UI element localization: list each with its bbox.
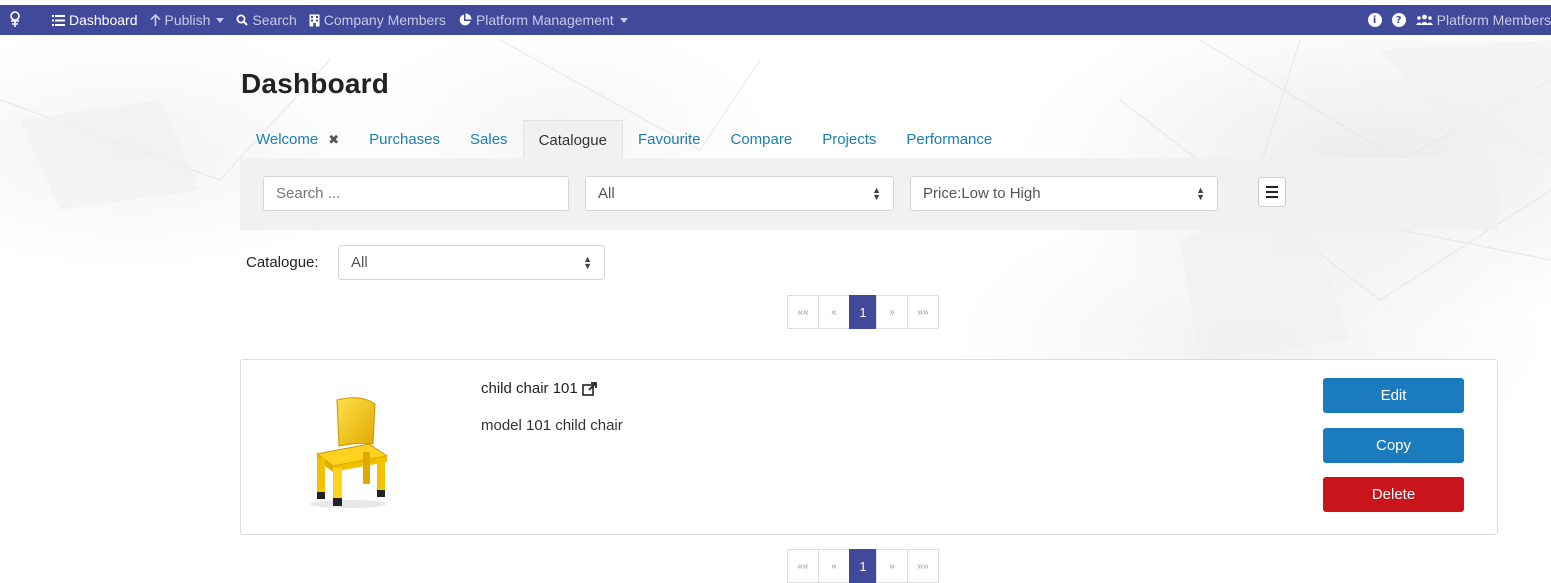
arrow-up-icon [149, 14, 161, 26]
nav-dashboard-label: Dashboard [69, 12, 138, 28]
page-first-button[interactable]: «« [787, 549, 819, 583]
nav-menu: Dashboard Publish Search Company Members [52, 5, 640, 35]
tab-catalogue[interactable]: Catalogue [522, 120, 623, 159]
nav-company-members-label: Company Members [323, 12, 446, 28]
filter-bar: Search ... All ▲ ▼ Price:Low to High ▲ ▼ [240, 158, 1498, 230]
nav-platform-members[interactable]: Platform Members [1415, 5, 1551, 35]
dashboard-tabs: Welcome ✖ Purchases Sales Catalogue Favo… [241, 120, 1007, 159]
tab-projects[interactable]: Projects [807, 120, 891, 159]
hamburger-icon [1266, 191, 1278, 193]
category-select-value: All [598, 185, 615, 202]
close-icon[interactable]: ✖ [328, 132, 339, 148]
yellow-child-chair-image[interactable] [303, 392, 393, 510]
list-icon [52, 14, 65, 26]
page-last-button[interactable]: »» [907, 549, 939, 583]
page-next-button[interactable]: » [876, 295, 908, 329]
tab-welcome[interactable]: Welcome ✖ [241, 120, 354, 159]
page-prev-button[interactable]: « [818, 295, 850, 329]
tab-favourite[interactable]: Favourite [623, 120, 716, 159]
search-icon [236, 14, 249, 26]
nav-company-members[interactable]: Company Members [309, 5, 446, 35]
tab-sales[interactable]: Sales [455, 120, 523, 159]
main-content: Dashboard Welcome ✖ Purchases Sales Cata… [0, 0, 1551, 583]
catalogue-select[interactable]: All ▲ ▼ [338, 245, 605, 280]
page-title: Dashboard [241, 68, 390, 99]
pagination-top: «« « 1 » »» [787, 295, 939, 329]
chevron-down-icon [216, 17, 225, 23]
tab-compare-label: Compare [730, 131, 793, 148]
tab-favourite-label: Favourite [637, 131, 701, 148]
page-current-button[interactable]: 1 [849, 295, 877, 329]
delete-button[interactable]: Delete [1323, 477, 1464, 512]
select-arrows-icon: ▲ ▼ [872, 184, 881, 202]
tab-purchases[interactable]: Purchases [354, 120, 455, 159]
tab-welcome-label: Welcome [256, 131, 319, 148]
nav-dashboard[interactable]: Dashboard [52, 5, 138, 35]
page-first-button[interactable]: «« [787, 295, 819, 329]
search-input[interactable]: Search ... [263, 176, 569, 211]
nav-platform-management[interactable]: Platform Management [458, 5, 628, 35]
nav-search[interactable]: Search [236, 5, 297, 35]
help-icon[interactable]: ? [1391, 13, 1406, 27]
nav-right-menu: i ? Platform Members [1367, 5, 1551, 35]
platform-logo-icon[interactable] [8, 11, 22, 28]
info-icon[interactable]: i [1367, 13, 1382, 27]
nav-platform-members-label: Platform Members [1436, 12, 1551, 28]
select-arrows-icon: ▲ ▼ [1196, 184, 1205, 202]
tab-performance-label: Performance [906, 131, 993, 148]
tab-projects-label: Projects [822, 131, 877, 148]
sort-select-value: Price:Low to High [923, 185, 1041, 202]
item-description: model 101 child chair [481, 417, 623, 434]
hamburger-icon [1266, 196, 1278, 198]
catalogue-label: Catalogue: [246, 254, 319, 271]
item-title-link[interactable]: child chair 101 [481, 380, 597, 397]
users-icon [1415, 14, 1433, 26]
nav-search-label: Search [252, 12, 297, 28]
tab-compare[interactable]: Compare [715, 120, 807, 159]
nav-publish-label: Publish [164, 12, 211, 28]
tab-purchases-label: Purchases [369, 131, 441, 148]
hamburger-icon [1266, 186, 1278, 188]
page-prev-button[interactable]: « [818, 549, 850, 583]
tab-sales-label: Sales [470, 131, 508, 148]
tab-catalogue-label: Catalogue [538, 131, 607, 149]
nav-platform-management-label: Platform Management [475, 12, 614, 28]
select-arrows-icon: ▲ ▼ [583, 253, 592, 271]
catalogue-item-card: child chair 101 model 101 child chair Ed… [240, 359, 1498, 535]
chevron-down-icon [619, 17, 628, 23]
top-navbar: Dashboard Publish Search Company Members [0, 5, 1551, 35]
tab-performance[interactable]: Performance [891, 120, 1007, 159]
catalogue-select-value: All [351, 254, 368, 271]
pagination-bottom: «« « 1 » »» [787, 549, 939, 583]
external-link-icon [581, 381, 597, 396]
building-icon [309, 14, 320, 27]
sort-select[interactable]: Price:Low to High ▲ ▼ [910, 176, 1218, 211]
page-last-button[interactable]: »» [907, 295, 939, 329]
category-select[interactable]: All ▲ ▼ [585, 176, 894, 211]
copy-button[interactable]: Copy [1323, 428, 1464, 463]
search-input-placeholder: Search ... [276, 185, 341, 202]
item-title: child chair 101 [481, 380, 578, 397]
menu-button[interactable] [1258, 177, 1286, 207]
pie-chart-icon [458, 13, 472, 27]
nav-publish[interactable]: Publish [149, 5, 225, 35]
page-next-button[interactable]: » [876, 549, 908, 583]
edit-button[interactable]: Edit [1323, 378, 1464, 413]
page-current-button[interactable]: 1 [849, 549, 877, 583]
